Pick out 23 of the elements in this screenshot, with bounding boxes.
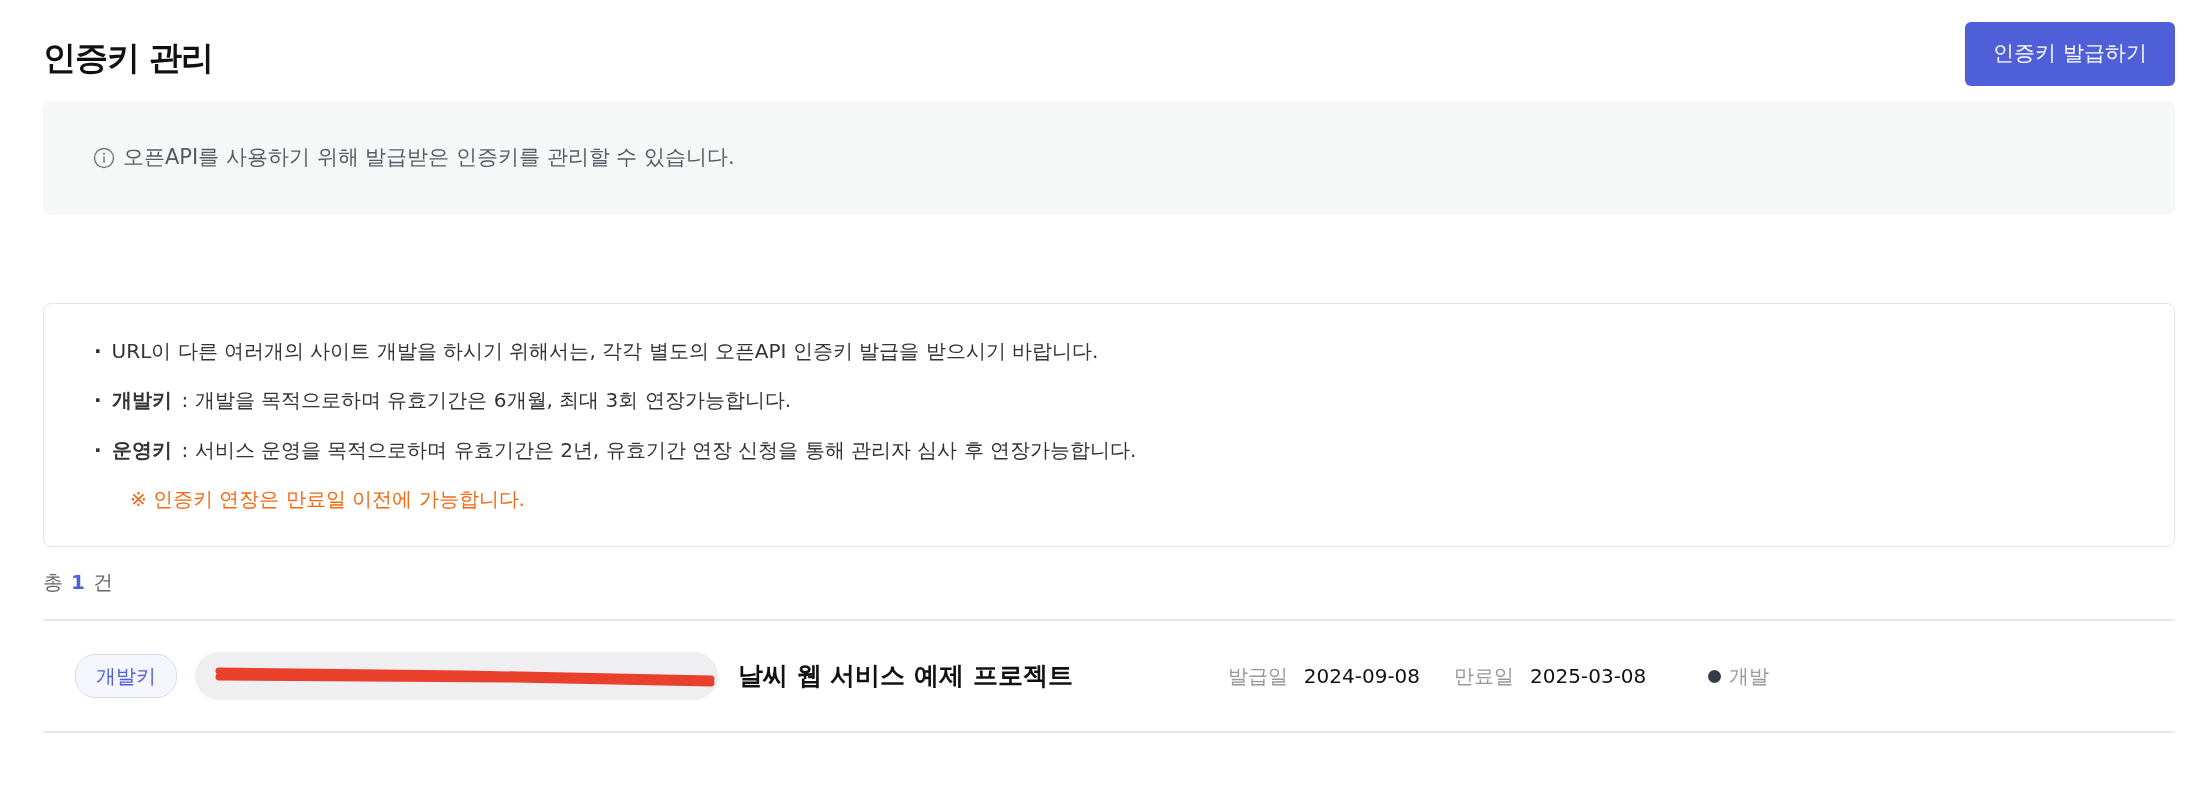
bullet-mark: · — [94, 337, 102, 365]
note-text: : 개발을 목적으로하며 유효기간은 6개월, 최대 3회 연장가능합니다. — [181, 387, 791, 415]
total-count: 1 — [71, 569, 85, 596]
note-text: : 서비스 운영을 목적으로하며 유효기간은 2년, 유효기간 연장 신청을 통해 관리자 심사 후 연장가능합니다. — [181, 436, 1137, 464]
issued-date: 2024-09-08 — [1303, 663, 1421, 690]
issued-label: 발급일 — [1227, 663, 1288, 690]
info-icon — [93, 147, 115, 169]
bullet-mark: · — [94, 387, 102, 415]
note-term: 운영키 — [111, 436, 172, 464]
bullet-mark: · — [94, 436, 102, 464]
expires-date: 2025-03-08 — [1530, 663, 1647, 690]
warning-text: ※ 인증키 연장은 만료일 이전에 가능합니다. — [130, 486, 525, 514]
expires-label: 만료일 — [1454, 663, 1515, 690]
info-text: 오픈API를 사용하기 위해 발급받은 인증키를 관리할 수 있습니다. — [123, 144, 735, 172]
key-type-tag: 개발키 — [75, 654, 177, 698]
page-title: 인증키 관리 — [43, 38, 214, 78]
issue-key-button[interactable]: 인증키 발급하기 — [1965, 22, 2175, 86]
project-name: 날씨 웹 서비스 예제 프로젝트 — [738, 660, 1073, 693]
total-unit: 건 — [92, 569, 113, 596]
note-term: 개발키 — [111, 387, 172, 415]
note-text: URL이 다른 여러개의 사이트 개발을 하시기 위해서는, 각각 별도의 오픈API 인증키 발급을 받으시기 바랍니다. — [111, 337, 1099, 365]
total-label: 총 — [43, 569, 63, 596]
status-label: 개발 — [1729, 663, 1770, 690]
